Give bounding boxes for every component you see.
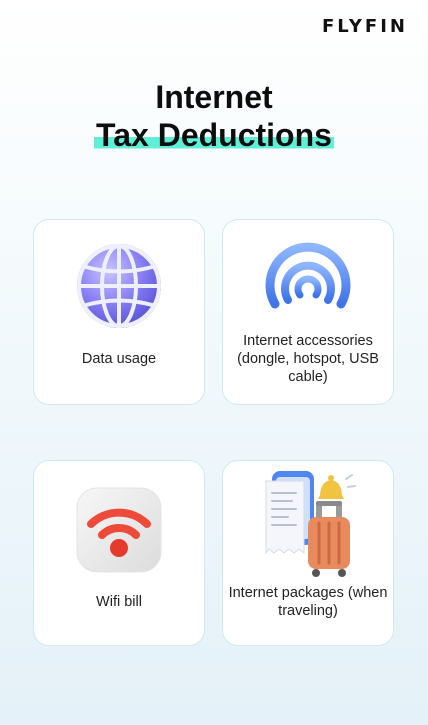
- page: FLYFIN Internet Tax Deductions Data usag…: [0, 0, 428, 725]
- card-wifi-bill: Wifi bill: [33, 460, 205, 646]
- page-title: Internet Tax Deductions: [0, 78, 428, 154]
- travel-luggage-icon: [265, 471, 356, 577]
- card-label: Wifi bill: [96, 594, 142, 610]
- flyfin-logo: FLYFIN: [321, 16, 408, 37]
- card-internet-accessories: Internet accessories (dongle, hotspot, U…: [222, 219, 394, 405]
- title-line-1: Internet: [155, 79, 273, 115]
- card-label: Internet packages (when traveling): [228, 585, 388, 619]
- wifi-icon: [76, 487, 162, 573]
- hotspot-signal-icon: [265, 242, 351, 309]
- card-label: Data usage: [81, 351, 157, 367]
- card-internet-packages: Internet packages (when traveling): [222, 460, 394, 646]
- card-label: Internet accessories (dongle, hotspot, U…: [237, 333, 379, 385]
- card-data-usage: Data usage: [33, 219, 205, 405]
- globe-icon: [77, 244, 161, 328]
- title-line-2-highlighted: Tax Deductions: [94, 116, 334, 154]
